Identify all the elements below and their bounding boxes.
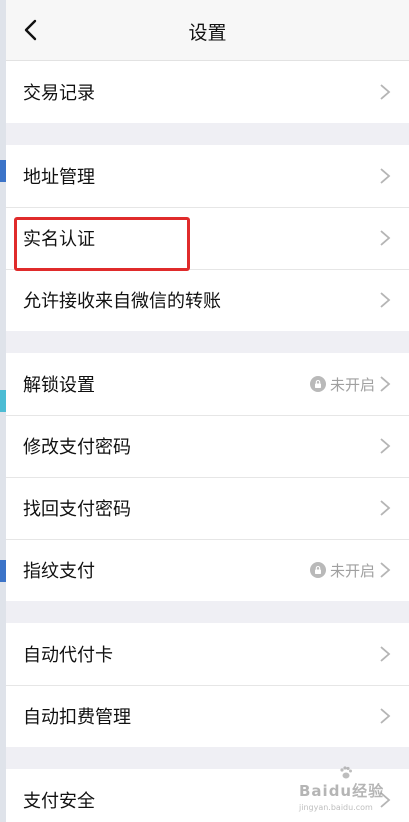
settings-group-account: 地址管理 实名认证 允许接收来自微信的转账 — [6, 145, 409, 331]
watermark-logo: Baidu经验 — [299, 782, 385, 800]
chevron-right-icon — [380, 562, 391, 578]
settings-item-label: 自动扣费管理 — [23, 707, 131, 728]
settings-item-unlock-settings[interactable]: 解锁设置 未开启 — [6, 353, 409, 415]
status-indicator: 未开启 — [309, 560, 375, 581]
lock-icon — [309, 562, 326, 578]
chevron-right-icon — [380, 646, 391, 662]
chevron-right-icon — [380, 376, 391, 392]
lock-icon — [309, 376, 326, 392]
settings-group-records: 交易记录 — [6, 61, 409, 123]
settings-item-real-name-verification[interactable]: 实名认证 — [6, 207, 409, 269]
watermark-url: jingyan.baidu.com — [299, 803, 373, 812]
status-text: 未开启 — [329, 561, 375, 580]
settings-item-recover-payment-password[interactable]: 找回支付密码 — [6, 477, 409, 539]
settings-group-auto-pay: 自动代付卡 自动扣费管理 — [6, 623, 409, 747]
chevron-right-icon — [380, 500, 391, 516]
settings-item-auto-payment-card[interactable]: 自动代付卡 — [6, 623, 409, 685]
settings-item-label: 地址管理 — [23, 167, 95, 188]
settings-item-wechat-transfer[interactable]: 允许接收来自微信的转账 — [6, 269, 409, 331]
chevron-right-icon — [380, 84, 391, 100]
settings-item-label: 允许接收来自微信的转账 — [23, 291, 221, 312]
settings-item-auto-deduction-management[interactable]: 自动扣费管理 — [6, 685, 409, 747]
settings-screen: 设置 交易记录 地址管理 实名认证 允许接收来自微信的转账 解锁设置 未开启 修… — [6, 0, 409, 822]
chevron-right-icon — [380, 708, 391, 724]
settings-item-address-management[interactable]: 地址管理 — [6, 145, 409, 207]
settings-item-label: 指纹支付 — [23, 561, 95, 582]
chevron-right-icon — [380, 438, 391, 454]
settings-item-change-payment-password[interactable]: 修改支付密码 — [6, 415, 409, 477]
settings-item-transaction-records[interactable]: 交易记录 — [6, 61, 409, 123]
settings-item-label: 实名认证 — [23, 229, 95, 250]
page-title: 设置 — [188, 22, 227, 44]
settings-item-label: 自动代付卡 — [23, 645, 113, 666]
settings-item-fingerprint-payment[interactable]: 指纹支付 未开启 — [6, 539, 409, 601]
navigation-bar: 设置 — [6, 0, 409, 61]
settings-item-label: 修改支付密码 — [23, 437, 131, 458]
chevron-right-icon — [380, 168, 391, 184]
paw-icon — [340, 766, 352, 779]
settings-item-label: 解锁设置 — [23, 375, 95, 396]
settings-item-label: 交易记录 — [23, 83, 95, 104]
section-gap — [6, 123, 409, 145]
status-indicator: 未开启 — [309, 374, 375, 395]
status-text: 未开启 — [329, 375, 375, 394]
chevron-right-icon — [380, 292, 391, 308]
settings-item-label: 找回支付密码 — [23, 499, 131, 520]
chevron-right-icon — [380, 230, 391, 246]
watermark: Baidu经验 jingyan.baidu.com — [299, 766, 387, 812]
section-gap — [6, 331, 409, 353]
section-gap — [6, 601, 409, 623]
settings-group-security: 解锁设置 未开启 修改支付密码 找回支付密码 指纹支付 未开启 — [6, 353, 409, 601]
